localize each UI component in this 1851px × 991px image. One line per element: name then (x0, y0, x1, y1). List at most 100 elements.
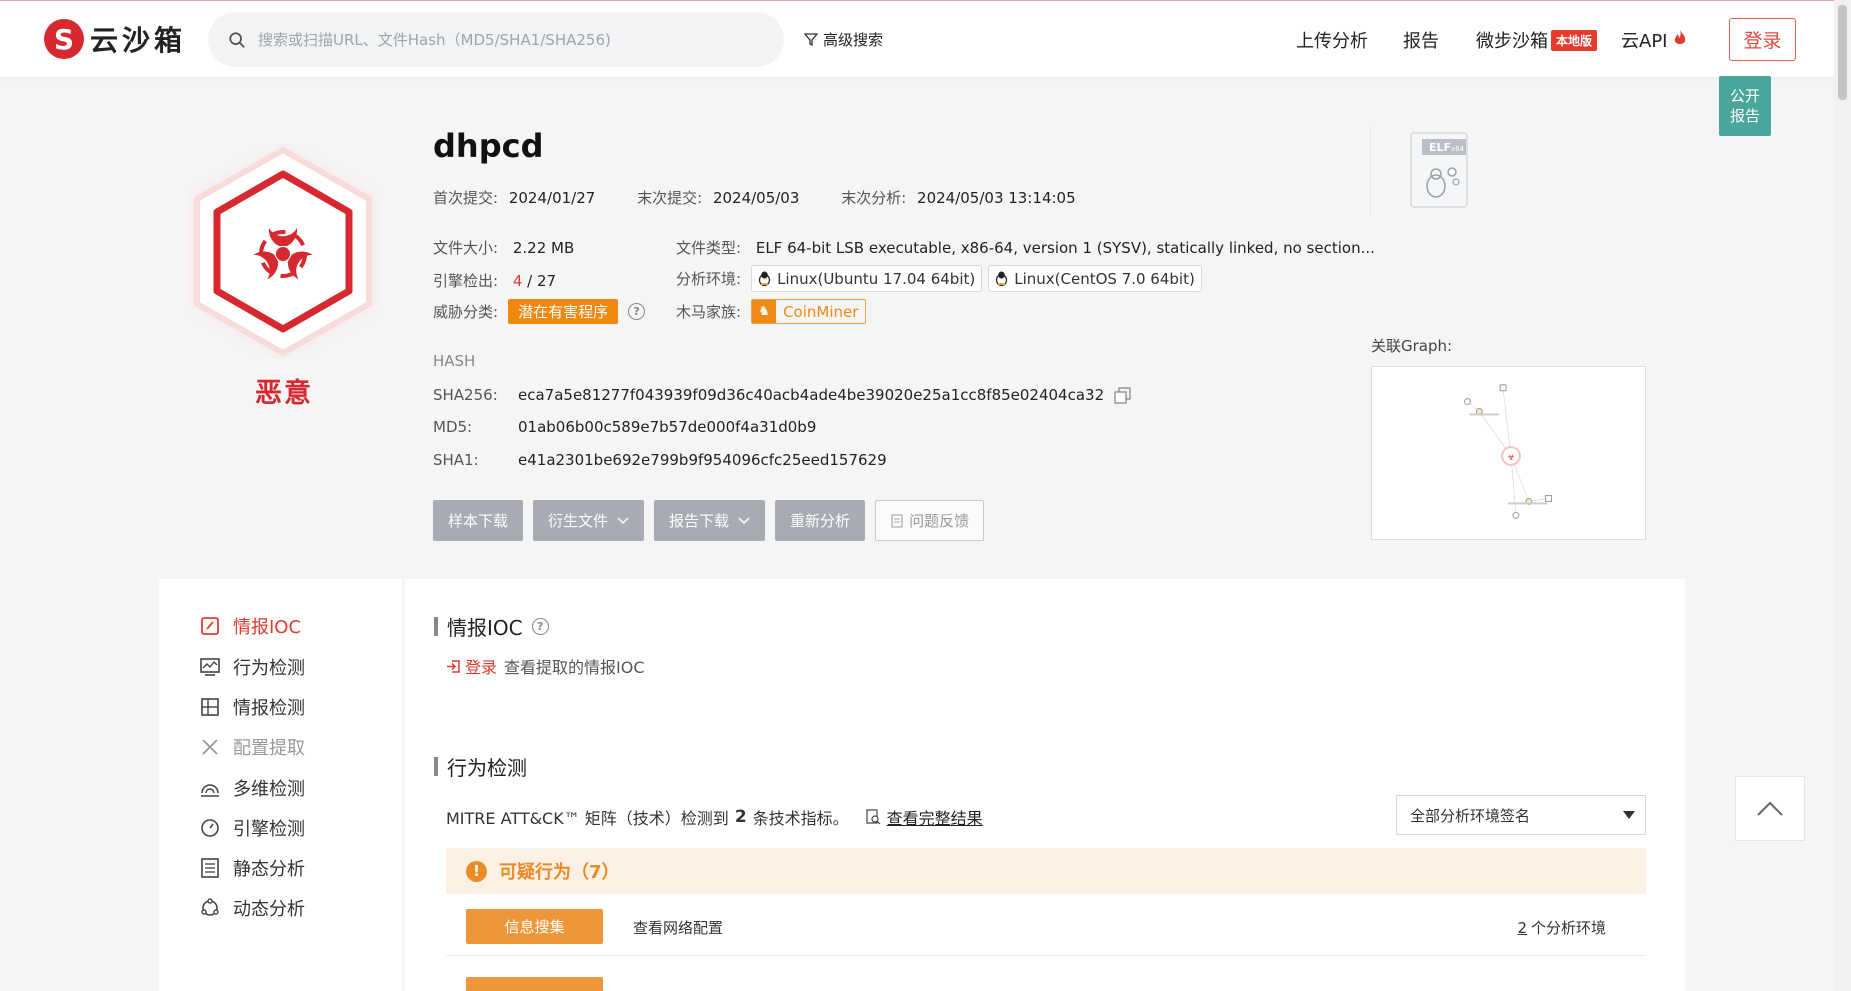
radar-icon (201, 784, 219, 797)
env-signature-select[interactable]: 全部分析环境签名 (1396, 795, 1646, 835)
nav-report[interactable]: 报告 (1403, 27, 1439, 53)
env-select-value: 全部分析环境签名 (1410, 806, 1531, 825)
first-submit-value: 2024/01/27 (508, 189, 596, 207)
file-type-value: ELF 64-bit LSB executable, x86-64, versi… (755, 239, 1375, 257)
sidebar-item-intel-detect[interactable]: 情报检测 (199, 694, 305, 720)
relation-graph[interactable]: ☣ (1371, 366, 1646, 540)
file-size-value: 2.22 MB (512, 239, 575, 257)
back-to-top-button[interactable] (1735, 776, 1805, 841)
section-bar (434, 757, 438, 776)
sidebar-item-label: 情报IOC (233, 617, 302, 638)
family-label: 木马家族: (676, 303, 742, 321)
caret-down-icon (1623, 811, 1635, 819)
behavior-desc: 查看网络配置 (633, 919, 724, 937)
logo-mark: S (44, 19, 84, 59)
section-ioc-title: 情报IOC ? (434, 612, 549, 641)
sha256-value[interactable]: eca7a5e81277f043939f09d36c40acb4ade4be39… (518, 386, 1104, 404)
reanalyze-button[interactable]: 重新分析 (775, 500, 866, 541)
env-count-number: 2 (1517, 919, 1527, 937)
fire-icon (1674, 30, 1686, 44)
behavior-env-count[interactable]: 2 个分析环境 (1517, 917, 1606, 938)
env-row: 分析环境: Linux(Ubuntu 17.04 64bit) Linux(Ce… (676, 265, 1202, 292)
tools-icon (202, 739, 218, 755)
top-header: S 云沙箱 高级搜索 上传分析 报告 微步沙箱 本地版 云API 登录 (0, 0, 1851, 77)
md5-value[interactable]: 01ab06b00c589e7b57de000f4a31d0b9 (518, 418, 816, 436)
download-sample-button[interactable]: 样本下载 (433, 500, 524, 541)
monitor-icon (200, 658, 220, 676)
engine-row: 引擎检出: 4 / 27 (433, 270, 556, 291)
env-tag-centos[interactable]: Linux(CentOS 7.0 64bit) (988, 265, 1202, 292)
report-download-button[interactable]: 报告下载 (654, 500, 766, 541)
scrollbar-thumb[interactable] (1838, 5, 1847, 100)
feedback-button[interactable]: 问题反馈 (875, 500, 985, 541)
sha1-value[interactable]: e41a2301be692e799b9f954096cfc25eed157629 (518, 451, 887, 469)
first-submit-label: 首次提交: (433, 189, 499, 207)
login-button[interactable]: 登录 (1729, 18, 1796, 61)
behavior-row-partial (446, 957, 1646, 991)
last-analysis-label: 末次分析: (841, 189, 907, 207)
section-ioc-label: 情报IOC (447, 616, 523, 640)
copy-icon[interactable] (1114, 386, 1131, 404)
login-icon (447, 659, 460, 673)
chevron-down-icon (617, 516, 629, 524)
nav-upload[interactable]: 上传分析 (1296, 27, 1368, 53)
md5-label: MD5: (433, 418, 473, 436)
search-input[interactable] (258, 30, 758, 49)
feedback-icon (891, 513, 903, 528)
sidebar-item-intel-ioc[interactable]: 情报IOC (199, 613, 301, 639)
report-download-label: 报告下载 (669, 512, 730, 530)
threat-tag[interactable]: 潜在有害程序 (508, 299, 619, 324)
action-bar: 样本下载 衍生文件 报告下载 重新分析 问题反馈 (433, 500, 985, 541)
advanced-search-button[interactable]: 高级搜索 (804, 29, 883, 50)
family-tag[interactable]: ♞ CoinMiner (751, 299, 867, 324)
public-report-button[interactable]: 公开 报告 (1719, 76, 1771, 136)
cycle-icon (201, 898, 219, 916)
sidebar-item-dynamic-analysis[interactable]: 动态分析 (199, 895, 305, 921)
nav-cloud-api[interactable]: 云API (1621, 27, 1667, 53)
elf-sub: x64 (1451, 145, 1465, 153)
public-report-line2: 报告 (1729, 107, 1760, 125)
logo[interactable]: S 云沙箱 (44, 19, 186, 59)
threat-label: 威胁分类: (433, 303, 499, 321)
trojan-icon: ♞ (752, 300, 777, 323)
env-tag-label: Linux(CentOS 7.0 64bit) (1014, 269, 1195, 288)
env-label: 分析环境: (676, 270, 742, 288)
engine-label: 引擎检出: (433, 272, 499, 290)
sidebar-item-static-analysis[interactable]: 静态分析 (199, 855, 305, 881)
sidebar-item-config-extract[interactable]: 配置提取 (199, 734, 305, 760)
layout-icon (201, 698, 219, 716)
behavior-tag-partial (466, 977, 603, 991)
help-icon[interactable]: ? (628, 303, 646, 320)
gauge-icon (201, 819, 219, 837)
engine-total: / 27 (527, 272, 557, 290)
section-bar (434, 617, 438, 636)
last-submit-label: 末次提交: (637, 189, 703, 207)
mitre-suffix: 条技术指标。 (752, 809, 849, 828)
sidebar-item-multi-detect[interactable]: 多维检测 (199, 775, 305, 801)
linux-icon (758, 271, 771, 286)
sidebar-item-engine-detect[interactable]: 引擎检测 (199, 815, 305, 841)
scrollbar[interactable] (1834, 0, 1851, 991)
env-tag-ubuntu[interactable]: Linux(Ubuntu 17.04 64bit) (751, 265, 983, 292)
sha256-row: SHA256: eca7a5e81277f043939f09d36c40acb4… (433, 386, 1131, 404)
behavior-row[interactable]: 信息搜集 查看网络配置 2 个分析环境 (446, 900, 1646, 956)
sha1-label: SHA1: (433, 451, 479, 469)
list-icon (201, 858, 219, 878)
advanced-search-label: 高级搜索 (823, 31, 884, 49)
derived-files-button[interactable]: 衍生文件 (533, 500, 645, 541)
hash-title: HASH (433, 352, 476, 370)
nav-sandbox[interactable]: 微步沙箱 (1476, 27, 1548, 53)
search-box[interactable] (208, 12, 784, 67)
derived-files-label: 衍生文件 (548, 512, 609, 530)
help-icon[interactable]: ? (531, 618, 549, 635)
full-result-link[interactable]: 查看完整结果 (865, 805, 983, 829)
family-row: 木马家族: ♞ CoinMiner (676, 299, 867, 324)
edit-icon (201, 617, 219, 635)
document-search-icon (866, 809, 881, 825)
sidebar-item-behavior[interactable]: 行为检测 (199, 654, 305, 680)
sidebar-item-label: 动态分析 (233, 899, 305, 920)
ioc-login-link[interactable]: 登录 (465, 654, 497, 678)
suspicious-behavior-header[interactable]: ! 可疑行为（7） (446, 848, 1646, 894)
sidebar-item-label: 引擎检测 (233, 819, 305, 840)
sidebar: 情报IOC 行为检测 情报检测 配置提取 多维检测 引擎检测 静态分析 动态分析 (159, 579, 402, 991)
